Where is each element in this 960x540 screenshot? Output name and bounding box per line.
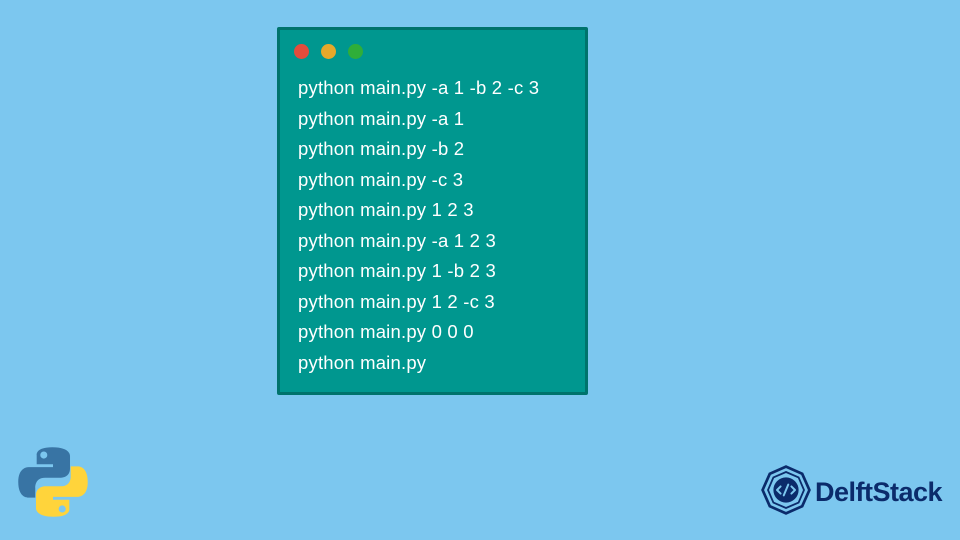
terminal-line: python main.py -a 1	[298, 104, 567, 135]
terminal-line: python main.py 0 0 0	[298, 317, 567, 348]
terminal-line: python main.py -c 3	[298, 165, 567, 196]
close-icon	[294, 44, 309, 59]
terminal-content: python main.py -a 1 -b 2 -c 3 python mai…	[280, 69, 585, 378]
maximize-icon	[348, 44, 363, 59]
terminal-line: python main.py -a 1 -b 2 -c 3	[298, 73, 567, 104]
minimize-icon	[321, 44, 336, 59]
delftstack-brand: DelftStack	[759, 463, 942, 522]
terminal-line: python main.py 1 -b 2 3	[298, 256, 567, 287]
terminal-line: python main.py -b 2	[298, 134, 567, 165]
terminal-line: python main.py -a 1 2 3	[298, 226, 567, 257]
terminal-line: python main.py 1 2 -c 3	[298, 287, 567, 318]
delftstack-logo-icon	[759, 463, 813, 522]
python-logo-icon	[14, 443, 92, 526]
delftstack-label: DelftStack	[815, 477, 942, 508]
terminal-line: python main.py 1 2 3	[298, 195, 567, 226]
window-controls	[280, 30, 585, 69]
terminal-line: python main.py	[298, 348, 567, 379]
terminal-window: python main.py -a 1 -b 2 -c 3 python mai…	[277, 27, 588, 395]
